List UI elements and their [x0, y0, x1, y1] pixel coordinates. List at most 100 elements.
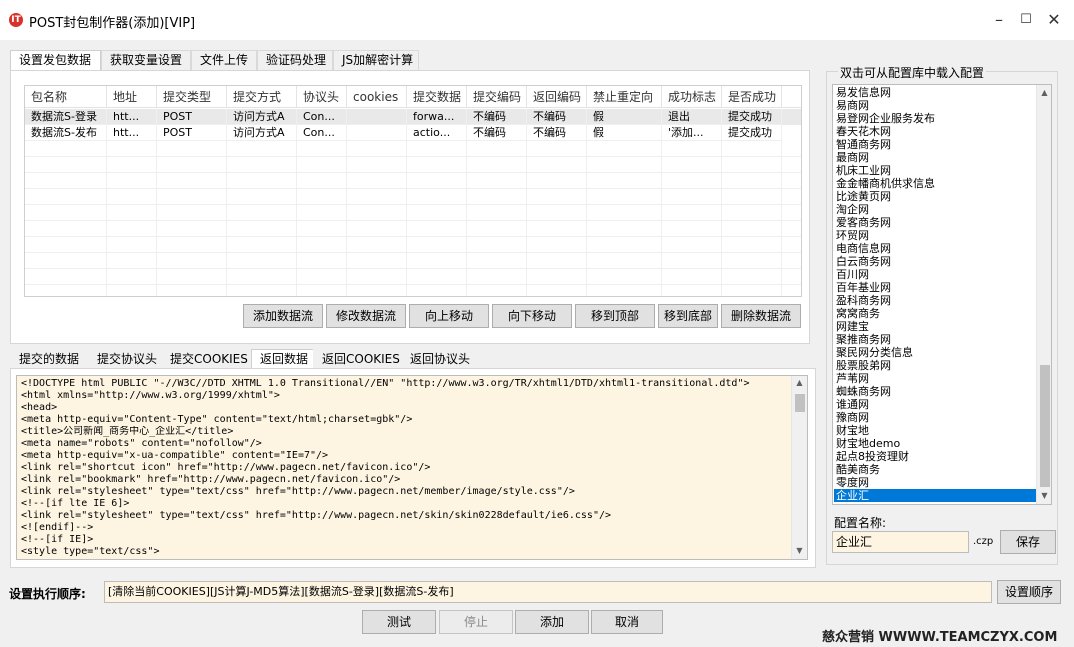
- column-header[interactable]: 是否成功: [722, 86, 782, 108]
- tab-returned-cookies[interactable]: 返回COOKIES: [313, 349, 401, 369]
- table-cell: 数据流S-登录: [25, 109, 107, 125]
- list-item[interactable]: 盈科商务网: [836, 294, 891, 307]
- config-extension-label: .czp: [973, 536, 994, 547]
- list-item[interactable]: 金金幡商机供求信息: [836, 177, 935, 190]
- column-header[interactable]: 提交类型: [157, 86, 227, 108]
- list-item[interactable]: 窝窝商务: [836, 307, 880, 320]
- list-item[interactable]: 聚推商务网: [836, 333, 891, 346]
- close-button[interactable]: ✕: [1038, 8, 1070, 32]
- move-up-button[interactable]: 向上移动: [409, 304, 489, 328]
- tab-returned-headers[interactable]: 返回协议头: [401, 349, 477, 369]
- list-item[interactable]: 网建宝: [836, 320, 869, 333]
- tab-send-data[interactable]: 设置发包数据: [10, 50, 101, 70]
- code-scrollbar[interactable]: ▲ ▼: [791, 376, 807, 559]
- list-item[interactable]: 酷美商务: [836, 463, 880, 476]
- tab-captcha[interactable]: 验证码处理: [257, 50, 333, 70]
- list-item-selected[interactable]: 企业汇: [834, 489, 1036, 502]
- list-item[interactable]: 白云商务网: [836, 255, 891, 268]
- tab-submitted-cookies[interactable]: 提交COOKIES: [161, 349, 251, 369]
- table-cell: POST: [157, 125, 227, 141]
- column-header[interactable]: 成功标志: [662, 86, 722, 108]
- table-cell: 数据流S-发布: [25, 125, 107, 141]
- move-to-bottom-button[interactable]: 移到底部: [658, 304, 718, 328]
- config-list-scrollbar[interactable]: ▲ ▼: [1036, 85, 1051, 504]
- table-cell: 不编码: [527, 125, 587, 141]
- edit-data-flow-button[interactable]: 修改数据流: [326, 304, 406, 328]
- list-item[interactable]: 春天花木网: [836, 125, 891, 138]
- column-header[interactable]: 提交方式: [227, 86, 297, 108]
- list-item[interactable]: 智通商务网: [836, 138, 891, 151]
- column-header[interactable]: 协议头: [297, 86, 347, 108]
- delete-data-flow-button[interactable]: 删除数据流: [721, 304, 801, 328]
- column-header[interactable]: 返回编码: [527, 86, 587, 108]
- list-item[interactable]: 易发信息网: [836, 86, 891, 99]
- add-button[interactable]: 添加: [515, 610, 589, 634]
- scroll-up-arrow-icon[interactable]: ▲: [1037, 87, 1051, 99]
- list-item[interactable]: 蜘蛛商务网: [836, 385, 891, 398]
- list-item[interactable]: 机床工业网: [836, 164, 891, 177]
- config-list-scroll-thumb[interactable]: [1040, 365, 1050, 487]
- exec-order-input[interactable]: [清除当前COOKIES][JS计算J-MD5算法][数据流S-登录][数据流S…: [104, 581, 992, 603]
- list-item[interactable]: 电商信息网: [836, 242, 891, 255]
- save-config-button[interactable]: 保存: [1000, 530, 1056, 554]
- list-item[interactable]: 起点8投资理财: [836, 450, 909, 463]
- test-button[interactable]: 测试: [362, 610, 436, 634]
- add-data-flow-button[interactable]: 添加数据流: [243, 304, 323, 328]
- move-down-button[interactable]: 向下移动: [492, 304, 572, 328]
- scroll-down-arrow-icon[interactable]: ▼: [1037, 490, 1051, 502]
- table-cell: actio...: [407, 125, 467, 141]
- scroll-down-arrow-icon[interactable]: ▼: [792, 545, 807, 557]
- table-cell: 假: [587, 109, 662, 125]
- list-item[interactable]: 淘企网: [836, 203, 869, 216]
- config-library-title: 双击可从配置库中载入配置: [838, 64, 987, 81]
- column-header[interactable]: 包名称: [25, 86, 107, 108]
- list-item[interactable]: 比途黄页网: [836, 190, 891, 203]
- scroll-up-arrow-icon[interactable]: ▲: [792, 377, 807, 389]
- tab-file-upload[interactable]: 文件上传: [191, 50, 257, 70]
- list-item[interactable]: 爱客商务网: [836, 216, 891, 229]
- list-item[interactable]: 股票股弟网: [836, 359, 891, 372]
- list-item[interactable]: 财宝地: [836, 424, 869, 437]
- move-to-top-button[interactable]: 移到顶部: [575, 304, 655, 328]
- config-name-input[interactable]: 企业汇: [832, 531, 969, 553]
- list-item[interactable]: 芦苇网: [836, 372, 869, 385]
- list-item[interactable]: 易登网企业服务发布: [836, 112, 935, 125]
- window-title: POST封包制作器(添加)[VIP]: [29, 16, 196, 31]
- column-header[interactable]: 禁止重定向: [587, 86, 662, 108]
- list-item[interactable]: 财宝地demo: [836, 437, 900, 450]
- column-header[interactable]: 地址: [107, 86, 157, 108]
- set-order-button[interactable]: 设置顺序: [997, 580, 1061, 604]
- returned-data-textarea[interactable]: <!DOCTYPE html PUBLIC "-//W3C//DTD XHTML…: [16, 375, 808, 560]
- tab-returned-data[interactable]: 返回数据: [251, 349, 314, 369]
- table-row[interactable]: 数据流S-登录 htt... POST 访问方式A Con... forwa..…: [25, 109, 801, 125]
- list-item[interactable]: 环贸网: [836, 229, 869, 242]
- list-item[interactable]: 豫商网: [836, 411, 869, 424]
- data-flow-table: 包名称 地址 提交类型 提交方式 协议头 cookies 提交数据 提交编码 返…: [24, 85, 802, 297]
- column-header[interactable]: cookies: [347, 86, 407, 108]
- list-item[interactable]: 聚民网分类信息: [836, 346, 913, 359]
- stop-button[interactable]: 停止: [439, 610, 513, 634]
- table-row[interactable]: 数据流S-发布 htt... POST 访问方式A Con... actio..…: [25, 125, 801, 141]
- tab-submitted-headers[interactable]: 提交协议头: [88, 349, 162, 369]
- app-window: IT POST封包制作器(添加)[VIP] – ☐ ✕ 设置发包数据 获取变量设…: [0, 0, 1074, 647]
- list-item[interactable]: 百川网: [836, 268, 869, 281]
- tab-submitted-data[interactable]: 提交的数据: [10, 349, 86, 369]
- list-item[interactable]: 最商网: [836, 151, 869, 164]
- table-cell: 不编码: [527, 109, 587, 125]
- code-line: <!--[if IE]>: [21, 534, 94, 545]
- code-line: <meta name="robots" content="nofollow"/>: [21, 438, 262, 449]
- table-cell: 不编码: [467, 109, 527, 125]
- list-item[interactable]: 谁通网: [836, 398, 869, 411]
- code-scroll-thumb[interactable]: [795, 394, 805, 412]
- list-item[interactable]: 百年基业网: [836, 281, 891, 294]
- column-header[interactable]: 提交数据: [407, 86, 467, 108]
- list-item[interactable]: 易商网: [836, 99, 869, 112]
- list-item[interactable]: 零度网: [836, 476, 869, 489]
- cancel-button[interactable]: 取消: [591, 610, 663, 634]
- tab-js-crypto[interactable]: JS加解密计算: [333, 50, 419, 70]
- column-header[interactable]: 提交编码: [467, 86, 527, 108]
- tab-variable-settings[interactable]: 获取变量设置: [101, 50, 191, 70]
- config-library-list[interactable]: 易发信息网 易商网 易登网企业服务发布 春天花木网 智通商务网 最商网 机床工业…: [832, 84, 1052, 505]
- code-line: <meta http-equiv="x-ua-compatible" conte…: [21, 450, 329, 461]
- table-cell: Con...: [297, 125, 347, 141]
